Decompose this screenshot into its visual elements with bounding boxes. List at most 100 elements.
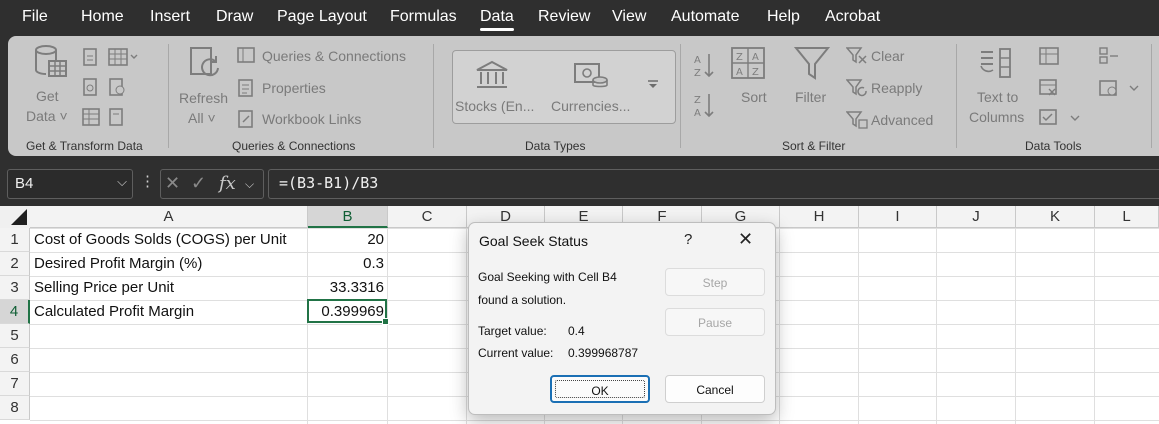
column-header-i[interactable]: I xyxy=(859,206,937,228)
database-icon xyxy=(34,44,68,80)
recent-sources-icon[interactable] xyxy=(108,78,126,96)
row-header-1[interactable]: 1 xyxy=(0,228,30,252)
svg-text:Z: Z xyxy=(694,95,701,106)
svg-text:A: A xyxy=(752,52,759,63)
column-header-j[interactable]: J xyxy=(937,206,1016,228)
row-header-2[interactable]: 2 xyxy=(0,252,30,276)
tab-acrobat[interactable]: Acrobat xyxy=(825,8,880,26)
column-header-k[interactable]: K xyxy=(1016,206,1095,228)
confirm-entry-icon[interactable]: ✓ xyxy=(191,173,206,194)
formula-input[interactable]: =(B3-B1)/B3 xyxy=(268,169,1159,199)
group-separator xyxy=(433,44,434,148)
goal-seek-status-dialog: Goal Seek Status ? ✕ Goal Seeking with C… xyxy=(468,222,776,415)
status-message-line-2: found a solution. xyxy=(478,293,567,307)
grid-line xyxy=(1015,228,1016,424)
remove-duplicates-icon[interactable] xyxy=(1038,78,1060,98)
properties-icon xyxy=(237,79,255,97)
cell-b3[interactable]: 33.3316 xyxy=(308,276,384,300)
menu-bar: File Home Insert Draw Page Layout Formul… xyxy=(0,0,1159,34)
select-all-button[interactable] xyxy=(0,206,31,229)
cell-a4[interactable]: Calculated Profit Margin xyxy=(34,300,194,324)
sort-descending-icon[interactable]: ZA xyxy=(694,92,716,120)
svg-text:A: A xyxy=(694,108,701,119)
grid-line xyxy=(466,228,467,424)
cell-b2[interactable]: 0.3 xyxy=(308,252,384,276)
name-box[interactable]: B4 ⌵ xyxy=(7,169,133,199)
group-separator xyxy=(680,44,681,148)
status-message-line-1: Goal Seeking with Cell B4 xyxy=(478,270,617,284)
tab-data[interactable]: Data xyxy=(480,8,514,31)
existing-connections-icon[interactable] xyxy=(108,108,126,126)
more-options-icon[interactable]: ⋮ xyxy=(140,172,155,190)
bank-icon xyxy=(474,60,510,90)
cell-a1[interactable]: Cost of Goods Solds (COGS) per Unit xyxy=(34,228,287,252)
currency-icon xyxy=(572,60,610,90)
dialog-title: Goal Seek Status xyxy=(479,233,588,249)
chevron-down-icon[interactable]: ⌵ xyxy=(245,177,254,192)
tab-automate[interactable]: Automate xyxy=(671,8,739,26)
step-button[interactable]: Step xyxy=(665,268,765,296)
from-sheet-icon[interactable] xyxy=(82,108,100,126)
cell-a2[interactable]: Desired Profit Margin (%) xyxy=(34,252,202,276)
tab-help[interactable]: Help xyxy=(767,8,800,26)
help-icon[interactable]: ? xyxy=(684,231,692,248)
column-header-l[interactable]: L xyxy=(1095,206,1159,228)
column-header-h[interactable]: H xyxy=(780,206,859,228)
insert-function-icon[interactable]: fx xyxy=(219,173,236,194)
tab-formulas[interactable]: Formulas xyxy=(390,8,457,26)
row-header-8[interactable]: 8 xyxy=(0,396,30,420)
column-header-b[interactable]: B xyxy=(308,206,388,228)
svg-text:A: A xyxy=(736,67,743,78)
from-text-icon[interactable] xyxy=(82,48,98,66)
queries-icon xyxy=(237,47,255,63)
relationships-icon[interactable] xyxy=(1098,78,1148,98)
cancel-button[interactable]: Cancel xyxy=(665,375,765,403)
data-validation-icon[interactable] xyxy=(1038,108,1084,128)
cell-a3[interactable]: Selling Price per Unit xyxy=(34,276,174,300)
from-table-icon[interactable] xyxy=(108,48,138,66)
workbook-links-icon xyxy=(237,110,255,128)
current-value: 0.399968787 xyxy=(568,346,639,360)
cancel-entry-icon[interactable]: ✕ xyxy=(165,173,180,194)
get-data-label-2: Data ˅ xyxy=(26,108,68,124)
currencies-label: Currencies... xyxy=(551,98,631,114)
tab-page-layout[interactable]: Page Layout xyxy=(277,8,367,26)
ribbon: Get Data ˅ Get & Transform Data Refresh … xyxy=(0,34,1159,160)
name-box-value: B4 xyxy=(15,175,34,192)
cell-b1[interactable]: 20 xyxy=(308,228,384,252)
from-web-icon[interactable] xyxy=(82,78,98,96)
row-header-4[interactable]: 4 xyxy=(0,300,30,324)
tab-view[interactable]: View xyxy=(612,8,646,26)
row-header-7[interactable]: 7 xyxy=(0,372,30,396)
ok-button[interactable]: OK xyxy=(550,375,650,403)
get-data-label-1: Get xyxy=(36,88,59,104)
column-header-a[interactable]: A xyxy=(30,206,308,228)
flash-fill-icon[interactable] xyxy=(1038,46,1060,66)
text-to-columns-icon xyxy=(978,46,1014,82)
ribbon-panel: Get Data ˅ Get & Transform Data Refresh … xyxy=(8,36,1159,156)
advanced-label: Advanced xyxy=(871,112,934,128)
svg-text:Z: Z xyxy=(694,68,701,79)
row-header-5[interactable]: 5 xyxy=(0,324,30,348)
row-header-3[interactable]: 3 xyxy=(0,276,30,300)
row-header-6[interactable]: 6 xyxy=(0,348,30,372)
tab-home[interactable]: Home xyxy=(81,8,124,26)
tab-review[interactable]: Review xyxy=(538,8,590,26)
pause-button[interactable]: Pause xyxy=(665,308,765,336)
column-header-c[interactable]: C xyxy=(388,206,467,228)
target-value-label: Target value: xyxy=(478,324,547,338)
tab-draw[interactable]: Draw xyxy=(216,8,253,26)
chevron-down-icon[interactable]: ⌵ xyxy=(117,174,127,190)
sort-ascending-icon[interactable]: AZ xyxy=(694,52,716,80)
active-cell-border xyxy=(307,299,389,325)
svg-text:A: A xyxy=(694,55,701,66)
gallery-dropdown-icon[interactable] xyxy=(646,78,660,90)
tab-file[interactable]: File xyxy=(22,8,48,26)
reapply-label: Reapply xyxy=(871,80,923,96)
group-separator xyxy=(1151,44,1152,148)
tab-insert[interactable]: Insert xyxy=(150,8,190,26)
consolidate-icon[interactable] xyxy=(1098,46,1122,66)
close-icon[interactable]: ✕ xyxy=(738,229,753,250)
text-to-columns-label-1: Text to xyxy=(977,89,1019,105)
svg-text:Z: Z xyxy=(736,52,743,63)
